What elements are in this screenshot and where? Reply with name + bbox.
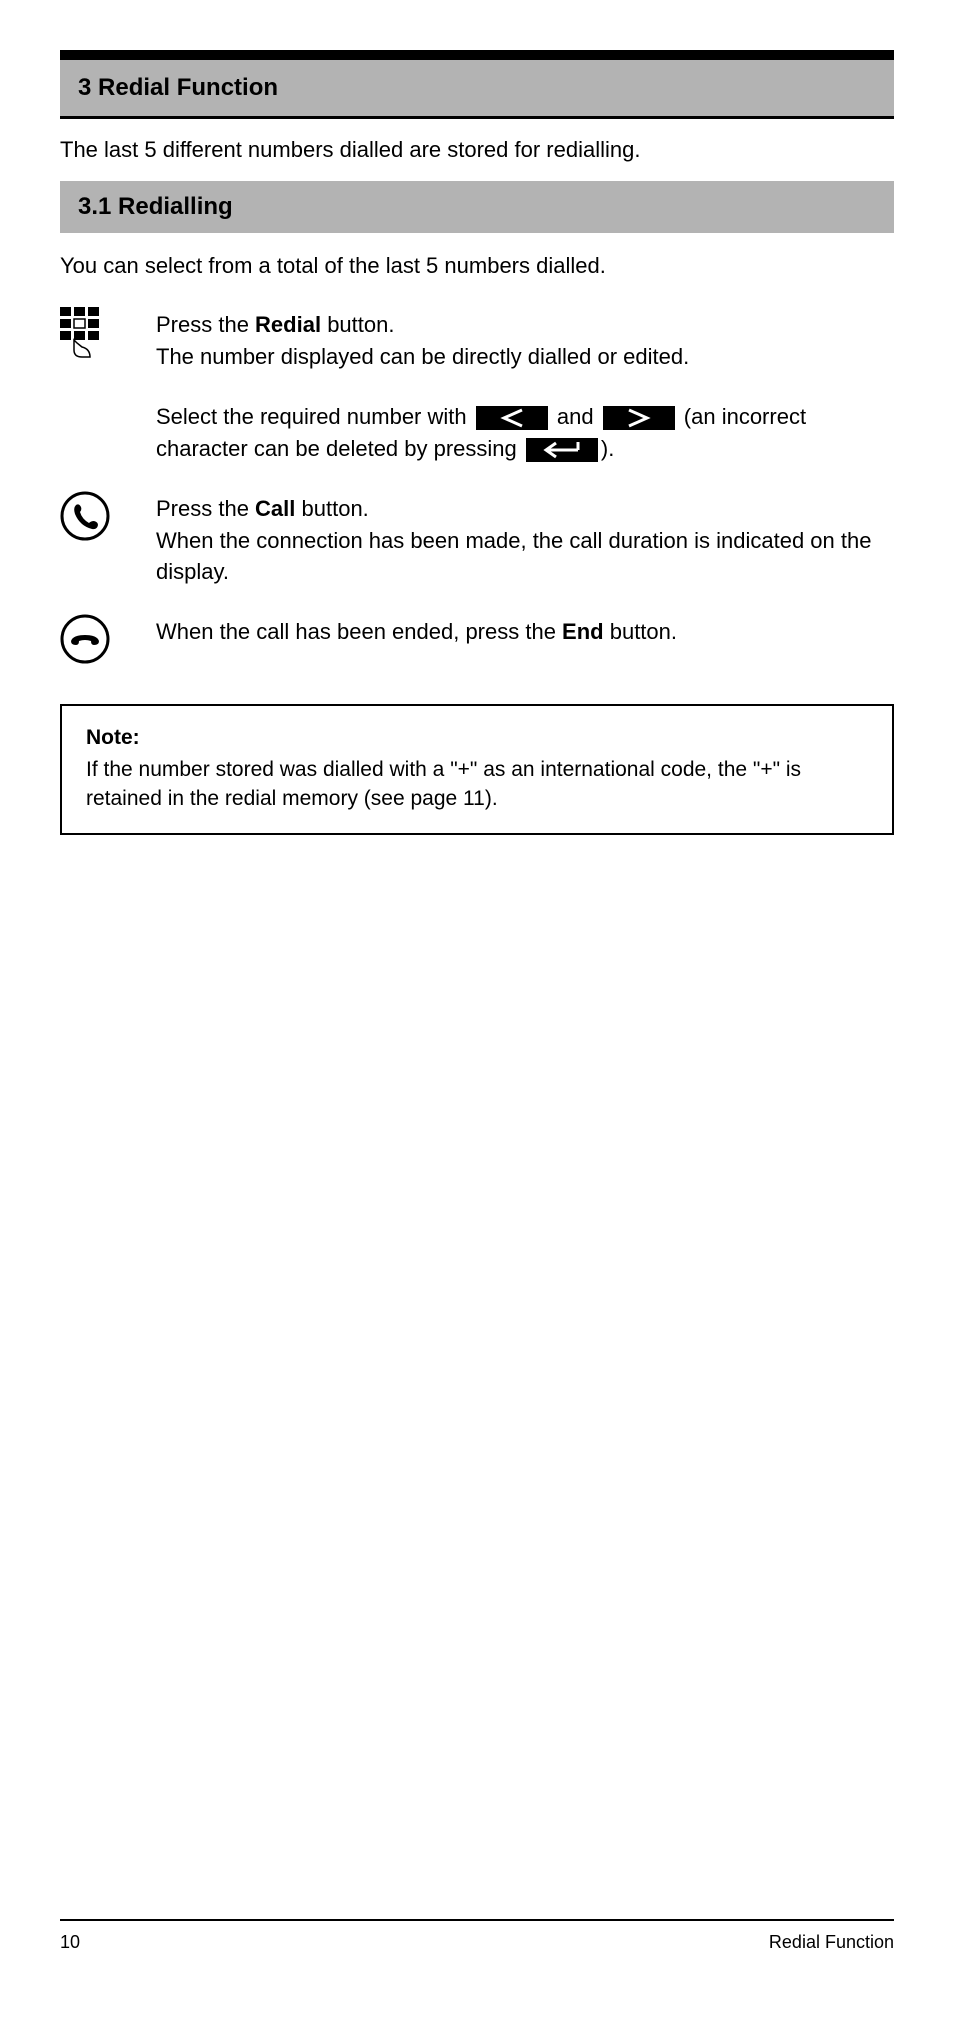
- left-arrow-key-icon: [476, 406, 548, 430]
- keypad-icon: [60, 307, 110, 357]
- redial-label: Redial: [255, 312, 321, 337]
- text: Press the: [156, 496, 255, 521]
- text: Press the: [156, 312, 255, 337]
- text: Select the required number with: [156, 404, 473, 429]
- end-label: End: [562, 619, 604, 644]
- body-text: You can select from a total of the last …: [60, 251, 894, 281]
- intro-text: The last 5 different numbers dialled are…: [60, 137, 894, 163]
- text: ).: [601, 436, 614, 461]
- subsection-header: 3.1 Redialling: [60, 181, 894, 233]
- step-text: When the call has been ended, press the …: [156, 614, 894, 648]
- note-heading: Note:: [86, 726, 140, 749]
- right-arrow-key-icon: [603, 406, 675, 430]
- top-rule: [60, 50, 894, 60]
- step-row: Press the Call button. When the connecti…: [60, 491, 894, 589]
- text: When the call has been ended, press the: [156, 619, 562, 644]
- call-icon: [60, 491, 110, 541]
- footer-rule: [60, 1919, 894, 1921]
- text: button.: [321, 312, 394, 337]
- empty-icon: [60, 399, 110, 449]
- text: and: [551, 404, 600, 429]
- footer-title: Redial Function: [769, 1932, 894, 1953]
- step-text: Select the required number with and (an …: [156, 399, 894, 465]
- page-number: 10: [60, 1932, 80, 1953]
- note-box: Note: If the number stored was dialled w…: [60, 704, 894, 835]
- note-body: If the number stored was dialled with a …: [86, 756, 868, 813]
- text: The number displayed can be directly dia…: [156, 344, 689, 369]
- under-rule: [60, 116, 894, 119]
- text: When the connection has been made, the c…: [156, 528, 871, 585]
- text: button.: [604, 619, 677, 644]
- step-row: Press the Redial button. The number disp…: [60, 307, 894, 373]
- call-label: Call: [255, 496, 295, 521]
- section-header: 3 Redial Function: [60, 60, 894, 116]
- step-text: Press the Redial button. The number disp…: [156, 307, 894, 373]
- step-row: Select the required number with and (an …: [60, 399, 894, 465]
- step-text: Press the Call button. When the connecti…: [156, 491, 894, 589]
- backspace-key-icon: [526, 438, 598, 462]
- text: button.: [295, 496, 368, 521]
- end-call-icon: [60, 614, 110, 664]
- step-row: When the call has been ended, press the …: [60, 614, 894, 664]
- page: 3 Redial Function The last 5 different n…: [0, 0, 954, 2019]
